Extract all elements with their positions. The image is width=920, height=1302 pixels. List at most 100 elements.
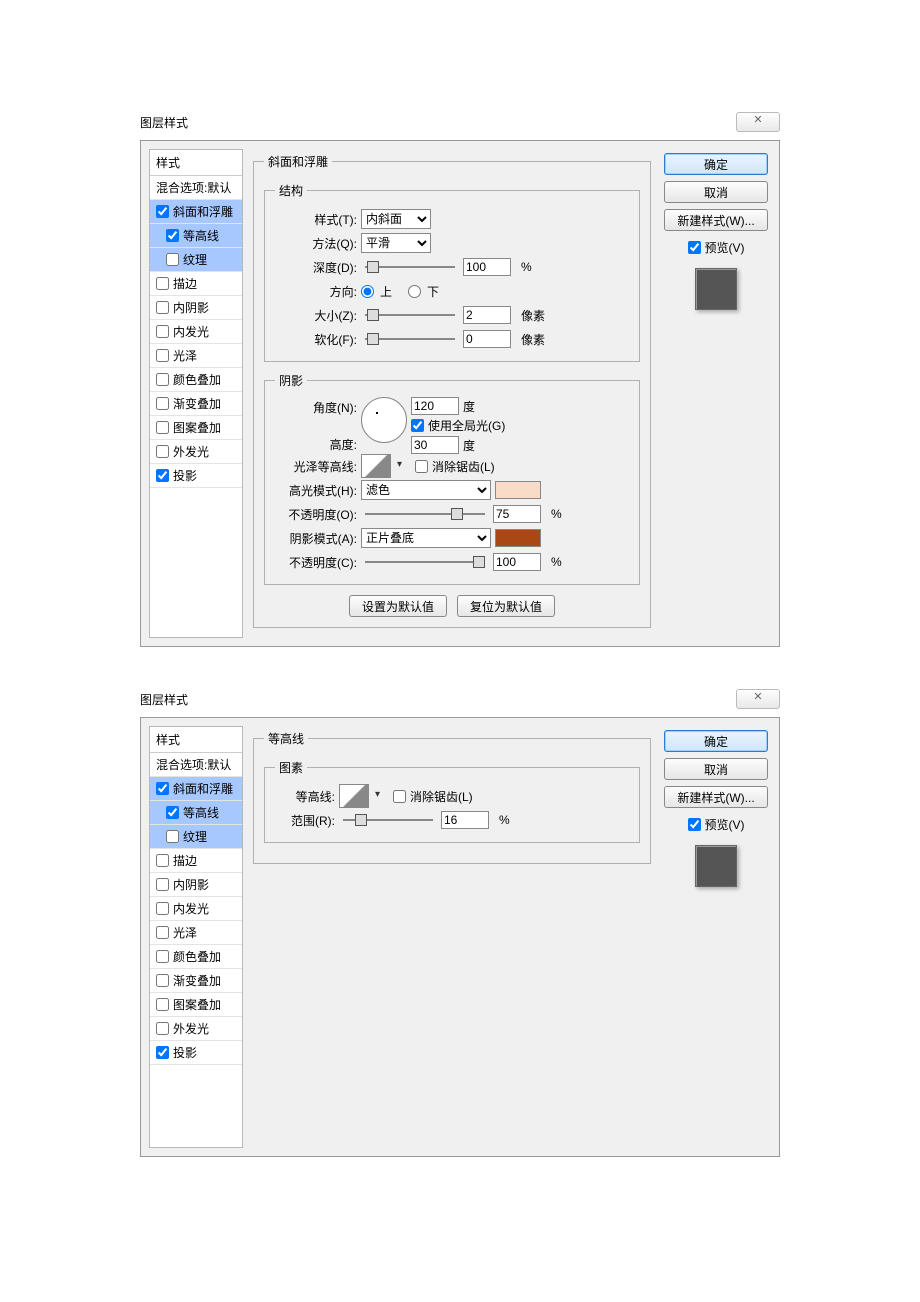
shadow-opacity-slider[interactable] <box>365 555 485 569</box>
sidebar-item[interactable]: 投影 <box>150 464 242 488</box>
make-default-button[interactable]: 设置为默认值 <box>349 595 447 617</box>
sidebar-item[interactable]: 内发光 <box>150 320 242 344</box>
preview-checkbox[interactable] <box>688 818 701 831</box>
sidebar-item[interactable]: 内阴影 <box>150 296 242 320</box>
gloss-antialias-checkbox[interactable] <box>415 460 428 473</box>
highlight-opacity-slider[interactable] <box>365 507 485 521</box>
range-input[interactable] <box>441 811 489 829</box>
sidebar-item-label: 光泽 <box>173 924 197 941</box>
soften-label: 软化(F): <box>275 331 357 348</box>
sidebar-item-checkbox[interactable] <box>166 229 179 242</box>
sidebar-item-checkbox[interactable] <box>166 806 179 819</box>
direction-label: 方向: <box>275 283 357 300</box>
direction-down-radio[interactable] <box>408 285 421 298</box>
sidebar-item[interactable]: 渐变叠加 <box>150 392 242 416</box>
angle-wheel[interactable] <box>361 397 407 443</box>
sidebar-item-checkbox[interactable] <box>156 926 169 939</box>
sidebar-item[interactable]: 图案叠加 <box>150 993 242 1017</box>
shading-legend: 阴影 <box>275 372 307 389</box>
sidebar-item-checkbox[interactable] <box>156 301 169 314</box>
contour-picker[interactable] <box>339 784 369 808</box>
direction-down-label: 下 <box>427 283 439 300</box>
sidebar-item-checkbox[interactable] <box>156 325 169 338</box>
ok-button[interactable]: 确定 <box>664 730 768 752</box>
soften-input[interactable] <box>463 330 511 348</box>
sidebar-item-checkbox[interactable] <box>156 421 169 434</box>
new-style-button[interactable]: 新建样式(W)... <box>664 786 768 808</box>
sidebar-item[interactable]: 纹理 <box>150 248 242 272</box>
close-button[interactable]: ✕ <box>736 112 780 132</box>
depth-slider[interactable] <box>365 260 455 274</box>
size-input[interactable] <box>463 306 511 324</box>
sidebar-item[interactable]: 光泽 <box>150 344 242 368</box>
sidebar-item-checkbox[interactable] <box>166 830 179 843</box>
shadow-color-swatch[interactable] <box>495 529 541 547</box>
shadow-mode-select[interactable]: 正片叠底 <box>361 528 491 548</box>
sidebar-item-checkbox[interactable] <box>156 950 169 963</box>
dialog-titlebar: 图层样式 ✕ <box>140 110 780 134</box>
sidebar-item-checkbox[interactable] <box>166 253 179 266</box>
sidebar-item[interactable]: 描边 <box>150 272 242 296</box>
sidebar-item[interactable]: 外发光 <box>150 1017 242 1041</box>
sidebar-item-checkbox[interactable] <box>156 469 169 482</box>
sidebar-item[interactable]: 混合选项:默认 <box>150 753 242 777</box>
sidebar-item-checkbox[interactable] <box>156 397 169 410</box>
sidebar-item-checkbox[interactable] <box>156 1046 169 1059</box>
size-slider[interactable] <box>365 308 455 322</box>
new-style-button[interactable]: 新建样式(W)... <box>664 209 768 231</box>
preview-checkbox[interactable] <box>688 241 701 254</box>
angle-input[interactable] <box>411 397 459 415</box>
sidebar-item[interactable]: 颜色叠加 <box>150 368 242 392</box>
sidebar-item-checkbox[interactable] <box>156 1022 169 1035</box>
sidebar-item-checkbox[interactable] <box>156 277 169 290</box>
sidebar-item[interactable]: 纹理 <box>150 825 242 849</box>
size-unit: 像素 <box>521 307 545 324</box>
highlight-opacity-input[interactable] <box>493 505 541 523</box>
sidebar-item[interactable]: 斜面和浮雕 <box>150 200 242 224</box>
preview-swatch <box>695 845 737 887</box>
sidebar-item[interactable]: 颜色叠加 <box>150 945 242 969</box>
sidebar-item[interactable]: 内发光 <box>150 897 242 921</box>
sidebar-item[interactable]: 斜面和浮雕 <box>150 777 242 801</box>
sidebar-item[interactable]: 等高线 <box>150 801 242 825</box>
sidebar-item[interactable]: 等高线 <box>150 224 242 248</box>
global-light-checkbox[interactable] <box>411 419 424 432</box>
cancel-button[interactable]: 取消 <box>664 758 768 780</box>
sidebar-item[interactable]: 光泽 <box>150 921 242 945</box>
sidebar-item-checkbox[interactable] <box>156 205 169 218</box>
sidebar-item-checkbox[interactable] <box>156 878 169 891</box>
gloss-contour-picker[interactable] <box>361 454 391 478</box>
sidebar-item[interactable]: 描边 <box>150 849 242 873</box>
contour-antialias-checkbox[interactable] <box>393 790 406 803</box>
sidebar-item[interactable]: 外发光 <box>150 440 242 464</box>
altitude-input[interactable] <box>411 436 459 454</box>
sidebar-item-checkbox[interactable] <box>156 373 169 386</box>
sidebar-item[interactable]: 图案叠加 <box>150 416 242 440</box>
sidebar-item-label: 投影 <box>173 1044 197 1061</box>
depth-input[interactable] <box>463 258 511 276</box>
reset-default-button[interactable]: 复位为默认值 <box>457 595 555 617</box>
sidebar-item[interactable]: 投影 <box>150 1041 242 1065</box>
sidebar-item-checkbox[interactable] <box>156 854 169 867</box>
sidebar-item-checkbox[interactable] <box>156 998 169 1011</box>
sidebar-item-checkbox[interactable] <box>156 902 169 915</box>
technique-select[interactable]: 平滑 <box>361 233 431 253</box>
sidebar-item[interactable]: 渐变叠加 <box>150 969 242 993</box>
close-button[interactable]: ✕ <box>736 689 780 709</box>
highlight-color-swatch[interactable] <box>495 481 541 499</box>
sidebar-item-checkbox[interactable] <box>156 974 169 987</box>
sidebar-item[interactable]: 内阴影 <box>150 873 242 897</box>
styles-sidebar: 样式 混合选项:默认斜面和浮雕等高线纹理描边内阴影内发光光泽颜色叠加渐变叠加图案… <box>149 149 243 638</box>
ok-button[interactable]: 确定 <box>664 153 768 175</box>
shadow-opacity-input[interactable] <box>493 553 541 571</box>
sidebar-item[interactable]: 混合选项:默认 <box>150 176 242 200</box>
style-select[interactable]: 内斜面 <box>361 209 431 229</box>
soften-slider[interactable] <box>365 332 455 346</box>
highlight-mode-select[interactable]: 滤色 <box>361 480 491 500</box>
range-slider[interactable] <box>343 813 433 827</box>
sidebar-item-checkbox[interactable] <box>156 349 169 362</box>
cancel-button[interactable]: 取消 <box>664 181 768 203</box>
sidebar-item-checkbox[interactable] <box>156 445 169 458</box>
direction-up-radio[interactable] <box>361 285 374 298</box>
sidebar-item-checkbox[interactable] <box>156 782 169 795</box>
